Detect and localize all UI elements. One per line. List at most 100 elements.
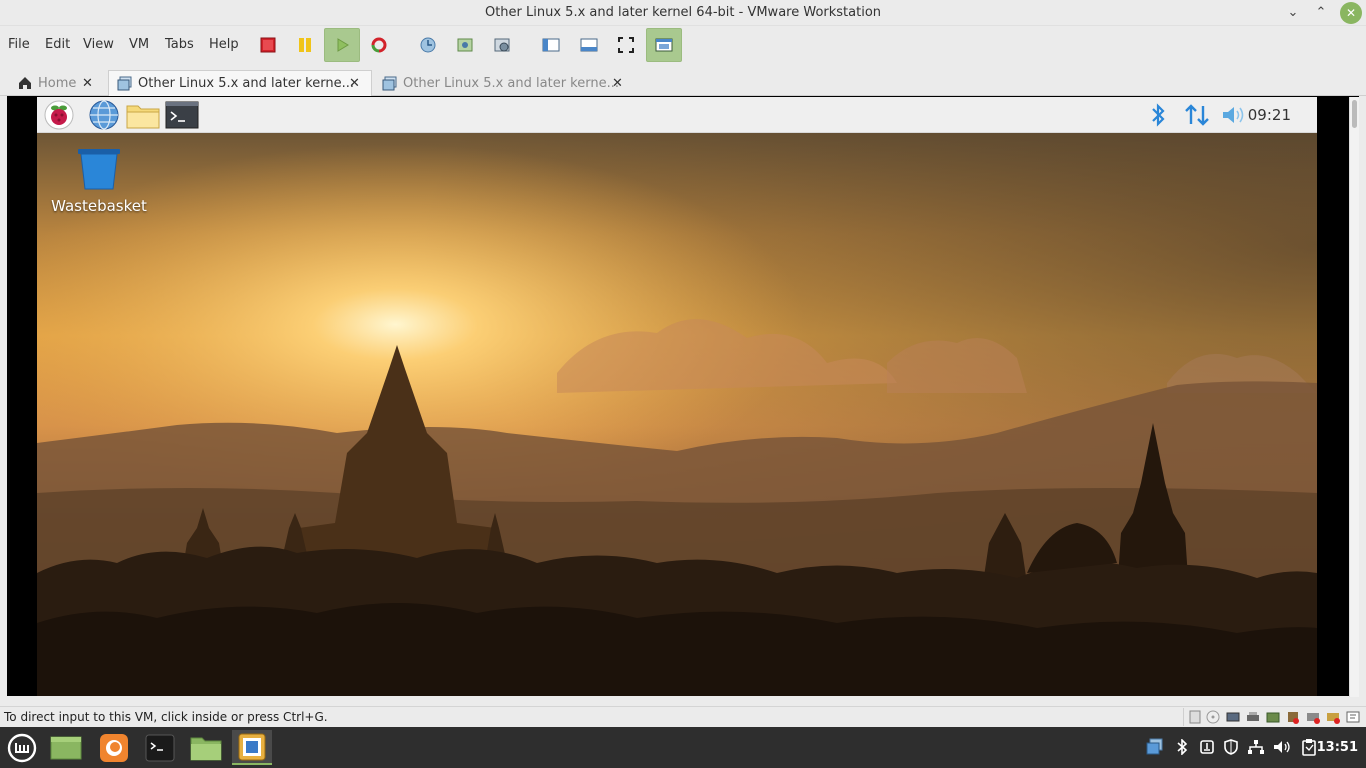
host-clock[interactable]: 13:51 <box>1317 740 1358 755</box>
guest-desktop-wallpaper[interactable]: Wastebasket <box>37 133 1317 696</box>
tab-vm-second-label: Other Linux 5.x and later kerne... <box>403 75 619 91</box>
vm-icon <box>382 76 397 90</box>
tab-vm-active[interactable]: Other Linux 5.x and later kerne... ✕ <box>108 70 372 96</box>
thumbnail-icon <box>580 38 598 52</box>
terminal-icon <box>165 101 199 129</box>
firefox-launcher[interactable] <box>94 730 134 765</box>
snapshot-settings-icon <box>494 38 510 52</box>
hard-disk-icon[interactable] <box>1188 710 1202 724</box>
vmware-icon <box>238 733 266 760</box>
status-bar: To direct input to this VM, click inside… <box>0 706 1366 727</box>
display-icon[interactable] <box>1226 710 1240 724</box>
volume-icon <box>1223 107 1244 123</box>
menu-view[interactable]: View <box>83 37 114 52</box>
full-screen-icon <box>618 37 634 53</box>
power-on-button[interactable] <box>324 28 360 62</box>
raspberry-menu-button[interactable] <box>43 100 75 134</box>
menu-toolbar: File Edit View VM Tabs Help <box>0 26 1366 66</box>
revert-snapshot-button[interactable] <box>361 28 397 62</box>
guest-clock[interactable]: 09:21 <box>1248 106 1291 124</box>
unity-icon <box>655 38 673 52</box>
vmware-tray-icon[interactable] <box>1146 738 1164 756</box>
vm-scrollbar[interactable] <box>1349 97 1359 697</box>
host-taskbar: 13:51 <box>0 727 1366 768</box>
close-tab-icon[interactable]: ✕ <box>82 76 93 91</box>
web-browser-launcher[interactable] <box>88 100 120 134</box>
wastebasket-label: Wastebasket <box>51 197 147 215</box>
close-tab-icon[interactable]: ✕ <box>612 76 623 91</box>
printer-icon[interactable] <box>1246 710 1260 724</box>
usb-device-icon[interactable] <box>1286 710 1300 724</box>
terminal-launcher[interactable] <box>140 730 180 765</box>
tab-home[interactable]: Home ✕ <box>10 70 106 96</box>
revert-icon <box>371 37 387 53</box>
home-icon <box>19 77 31 89</box>
status-message: To direct input to this VM, click inside… <box>4 710 328 724</box>
menu-help[interactable]: Help <box>209 37 239 52</box>
snapshot-settings-button[interactable] <box>484 28 520 62</box>
vm-icon <box>117 76 132 91</box>
menu-tabs[interactable]: Tabs <box>165 37 194 52</box>
raspberry-icon <box>44 100 74 130</box>
library-icon <box>542 38 560 52</box>
guest-screen[interactable]: 09:21 Wastebasket <box>37 97 1317 696</box>
close-tab-icon[interactable]: ✕ <box>349 76 360 91</box>
update-manager-tray-icon[interactable] <box>1198 738 1216 756</box>
message-icon[interactable] <box>1346 710 1360 724</box>
minimize-icon[interactable]: ⌄ <box>1282 2 1304 24</box>
power-off-icon <box>260 37 276 53</box>
show-library-button[interactable] <box>533 28 569 62</box>
sunset-temples-wallpaper <box>37 133 1317 696</box>
vmware-workstation-taskbar-button[interactable] <box>232 730 272 765</box>
file-manager-launcher[interactable] <box>126 101 160 133</box>
mint-menu-button[interactable] <box>2 730 42 765</box>
clipboard-tray-icon[interactable] <box>1300 738 1318 756</box>
trash-icon <box>78 149 120 190</box>
tab-vm-active-label: Other Linux 5.x and later kerne... <box>138 76 354 91</box>
tab-home-label: Home <box>38 75 77 91</box>
network-adapter-icon[interactable] <box>1266 710 1280 724</box>
cd-dvd-icon[interactable] <box>1206 710 1220 724</box>
volume-tray-icon[interactable] <box>1273 738 1291 756</box>
firefox-icon <box>100 733 128 762</box>
files-launcher[interactable] <box>186 730 226 765</box>
desktop-folder-icon <box>50 736 82 759</box>
vmware-workstation-window: Other Linux 5.x and later kernel 64-bit … <box>0 0 1366 768</box>
suspend-button[interactable] <box>287 28 323 62</box>
snapshot-manager-icon <box>457 38 473 52</box>
security-shield-tray-icon[interactable] <box>1222 738 1240 756</box>
device-icons <box>1183 708 1360 726</box>
take-snapshot-button[interactable] <box>410 28 446 62</box>
network-tray-icon[interactable] <box>1247 738 1265 756</box>
sound-card-icon[interactable] <box>1306 710 1320 724</box>
volume-indicator[interactable] <box>1221 103 1247 131</box>
maximize-icon[interactable]: ⌃ <box>1310 2 1332 24</box>
play-icon <box>337 38 349 52</box>
window-title: Other Linux 5.x and later kernel 64-bit … <box>484 5 882 20</box>
network-indicator[interactable] <box>1183 102 1211 132</box>
close-icon[interactable]: ✕ <box>1340 2 1362 24</box>
desktop-icon-wastebasket[interactable]: Wastebasket <box>51 147 147 215</box>
unity-button[interactable] <box>646 28 682 62</box>
terminal-launcher[interactable] <box>165 101 199 133</box>
menu-vm[interactable]: VM <box>129 37 149 52</box>
tab-bar: Home ✕ Other Linux 5.x and later kerne..… <box>0 68 1366 96</box>
title-bar: Other Linux 5.x and later kernel 64-bit … <box>0 0 1366 26</box>
bluetooth-indicator[interactable] <box>1147 102 1169 132</box>
network-arrows-icon <box>1185 104 1209 126</box>
terminal-icon <box>145 734 175 761</box>
network-disconnected-icon[interactable] <box>1326 710 1340 724</box>
bluetooth-tray-icon[interactable] <box>1173 738 1191 756</box>
guest-panel: 09:21 <box>37 97 1317 133</box>
menu-edit[interactable]: Edit <box>45 37 70 52</box>
suspend-icon <box>299 38 311 52</box>
thumbnail-bar-button[interactable] <box>571 28 607 62</box>
folder-icon <box>190 737 222 760</box>
tab-vm-second[interactable]: Other Linux 5.x and later kerne... ✕ <box>374 70 630 96</box>
menu-file[interactable]: File <box>8 37 30 52</box>
full-screen-button[interactable] <box>608 28 644 62</box>
snapshot-manager-button[interactable] <box>447 28 483 62</box>
power-off-button[interactable] <box>250 28 286 62</box>
scrollbar-thumb[interactable] <box>1352 100 1357 128</box>
show-desktop-button[interactable] <box>46 730 86 765</box>
